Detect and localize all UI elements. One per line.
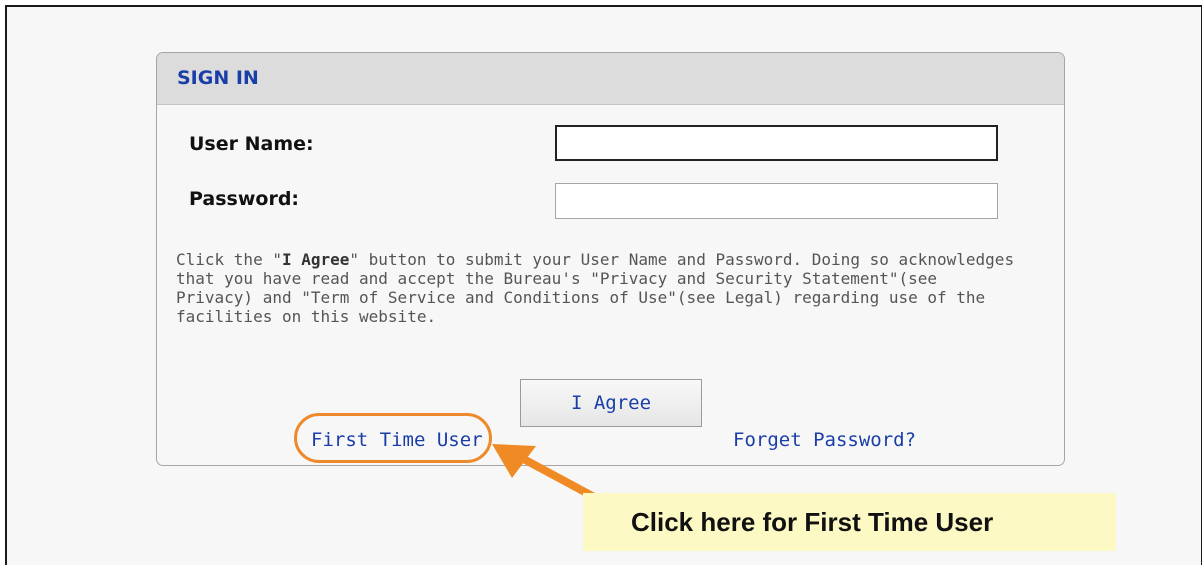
signin-header: SIGN IN <box>157 53 1064 105</box>
password-input[interactable] <box>555 183 998 219</box>
agreement-notice: Click the "I Agree" button to submit you… <box>176 250 1016 326</box>
callout-box: Click here for First Time User <box>583 493 1116 551</box>
signin-title: SIGN IN <box>177 67 259 89</box>
notice-bold-agree: I Agree <box>281 250 350 269</box>
first-time-user-highlight <box>294 413 492 463</box>
username-input[interactable] <box>555 125 998 161</box>
forget-password-link[interactable]: Forget Password? <box>733 429 916 451</box>
i-agree-button[interactable]: I Agree <box>520 379 702 427</box>
signin-panel: SIGN IN User Name: Password: Click the "… <box>156 52 1065 466</box>
username-label: User Name: <box>189 133 314 155</box>
password-label: Password: <box>189 188 300 210</box>
notice-text-start: Click the " <box>176 250 282 269</box>
